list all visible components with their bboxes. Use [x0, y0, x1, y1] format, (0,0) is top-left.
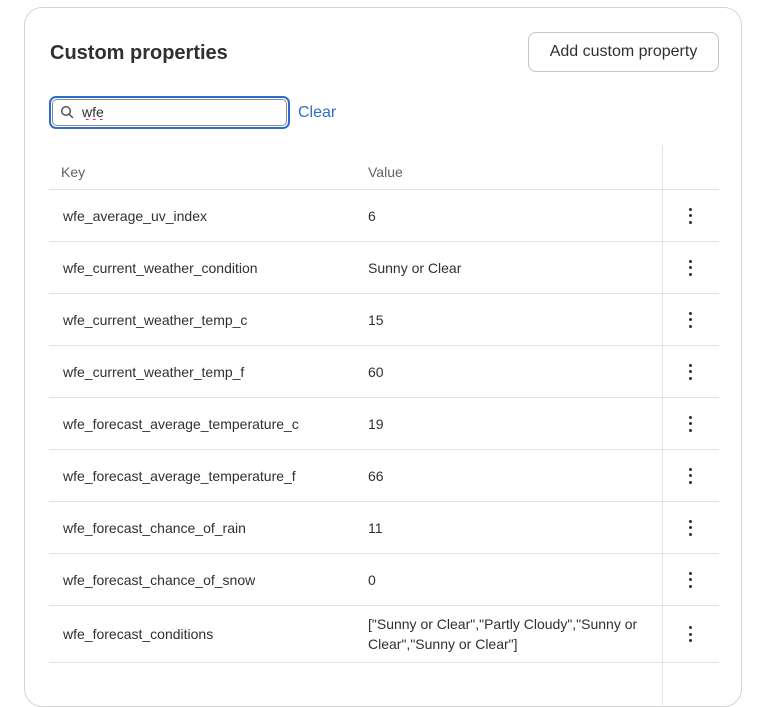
- property-key: wfe_forecast_average_temperature_c: [63, 415, 299, 432]
- property-key: wfe_forecast_chance_of_rain: [63, 519, 246, 536]
- more-vertical-icon: [688, 259, 692, 276]
- custom-properties-card: Custom properties Add custom property Cl…: [24, 7, 742, 707]
- property-key: wfe_average_uv_index: [63, 207, 207, 224]
- more-vertical-icon: [688, 467, 692, 484]
- search-input[interactable]: [82, 102, 272, 122]
- row-actions-button[interactable]: [677, 257, 703, 279]
- table-row: wfe_current_weather_condition Sunny or C…: [49, 242, 719, 294]
- property-key: wfe_forecast_chance_of_snow: [63, 571, 256, 588]
- row-actions-button[interactable]: [677, 517, 703, 539]
- property-value: 60: [368, 363, 384, 380]
- property-key: wfe_current_weather_condition: [63, 259, 258, 276]
- search-icon: [60, 105, 74, 119]
- property-key: wfe_current_weather_temp_c: [63, 311, 248, 328]
- property-key: wfe_forecast_average_temperature_f: [63, 467, 296, 484]
- row-actions-button[interactable]: [677, 309, 703, 331]
- search-field[interactable]: [49, 96, 290, 129]
- property-value: 0: [368, 571, 376, 588]
- property-value: 11: [368, 519, 383, 536]
- property-value: 15: [368, 311, 384, 328]
- property-value: ["Sunny or Clear","Partly Cloudy","Sunny…: [368, 616, 638, 652]
- property-value: 66: [368, 467, 384, 484]
- table-row: wfe_forecast_average_temperature_f 66: [49, 450, 719, 502]
- properties-table: Key Value wfe_average_uv_index 6 wfe_cur…: [49, 145, 719, 705]
- property-value: 6: [368, 207, 376, 224]
- row-actions-button[interactable]: [677, 623, 703, 645]
- column-header-key: Key: [61, 164, 86, 180]
- more-vertical-icon: [688, 363, 692, 380]
- table-row: wfe_forecast_average_temperature_c 19: [49, 398, 719, 450]
- row-actions-button[interactable]: [677, 569, 703, 591]
- property-key: wfe_current_weather_temp_f: [63, 363, 245, 380]
- more-vertical-icon: [688, 311, 692, 328]
- table-row: wfe_current_weather_temp_c 15: [49, 294, 719, 346]
- row-actions-button[interactable]: [677, 465, 703, 487]
- property-value: 19: [368, 415, 384, 432]
- property-value: Sunny or Clear: [368, 259, 462, 276]
- more-vertical-icon: [688, 207, 692, 224]
- row-actions-button[interactable]: [677, 205, 703, 227]
- table-row: wfe_current_weather_temp_f 60: [49, 346, 719, 398]
- more-vertical-icon: [688, 626, 692, 642]
- property-key: wfe_forecast_conditions: [63, 626, 214, 642]
- more-vertical-icon: [688, 415, 692, 432]
- clear-search-link[interactable]: Clear: [298, 103, 336, 123]
- more-vertical-icon: [688, 519, 692, 536]
- more-vertical-icon: [688, 571, 692, 588]
- table-header: Key Value: [49, 145, 719, 190]
- table-row: wfe_average_uv_index 6: [49, 190, 719, 242]
- table-row: wfe_forecast_chance_of_snow 0: [49, 554, 719, 606]
- table-row: wfe_forecast_conditions ["Sunny or Clear…: [49, 606, 719, 663]
- page-title: Custom properties: [50, 42, 228, 64]
- add-custom-property-button[interactable]: Add custom property: [528, 32, 719, 72]
- column-header-value: Value: [368, 164, 403, 180]
- row-actions-button[interactable]: [677, 413, 703, 435]
- row-actions-button[interactable]: [677, 361, 703, 383]
- table-row: wfe_forecast_chance_of_rain 11: [49, 502, 719, 554]
